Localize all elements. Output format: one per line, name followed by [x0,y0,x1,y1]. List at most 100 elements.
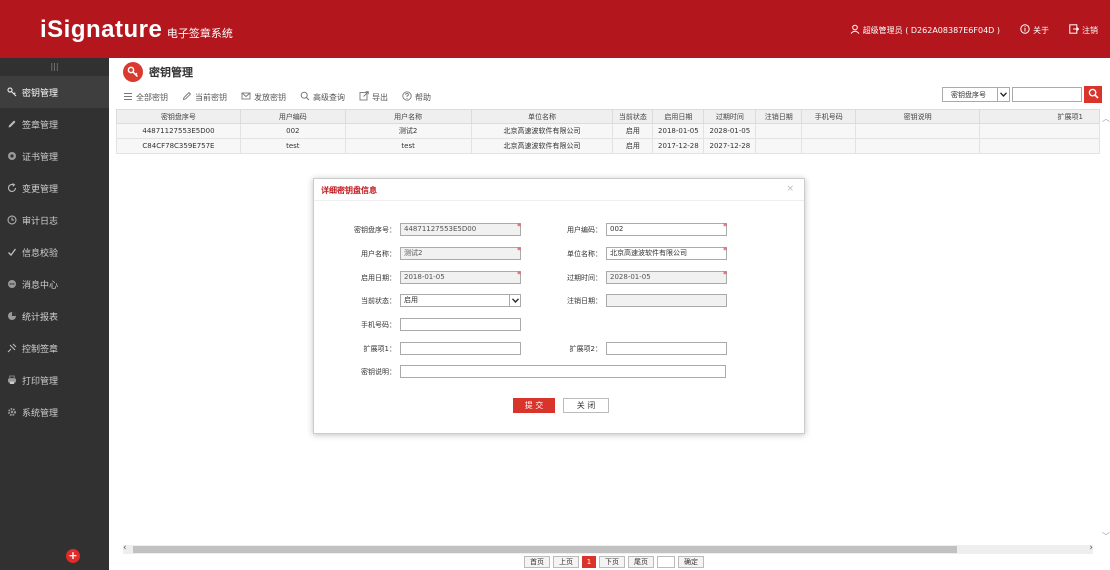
logout-link[interactable]: 注销 [1069,24,1098,36]
serial-label: 密钥盘序号： [354,225,396,234]
sidebar-item-print-management[interactable]: 打印管理 [0,364,109,396]
scroll-down-icon[interactable]: ﹀ [1102,531,1110,542]
sidebar-item-statistics-report[interactable]: 统计报表 [0,300,109,332]
column-header[interactable]: 用户编码 [239,109,346,124]
list-icon [123,92,136,103]
next-page-button[interactable]: 下页 [599,556,625,568]
unit-value: 北京高速波软件有限公司 [610,249,687,257]
key-detail-dialog: 详细密钥盘信息 × 密钥盘序号： 44871127553E5D00 * 用户编码：… [313,178,805,434]
help-icon [402,91,415,103]
start-date-input[interactable]: 2018-01-05 * [400,270,521,284]
table-cell [855,123,981,139]
column-header[interactable]: 注销日期 [755,109,803,124]
goto-confirm-button[interactable]: 确定 [678,556,704,568]
expire-date-input[interactable]: 2028-01-05 * [606,270,727,284]
sidebar-item-label: 证书管理 [22,152,59,163]
status-select[interactable]: 启用 [400,294,521,307]
user-name-input[interactable]: 测试2 * [400,246,521,260]
issue-icon [241,91,254,103]
search-input[interactable] [1012,87,1082,102]
scroll-right-icon[interactable]: › [1089,543,1093,553]
column-header[interactable]: 用户名称 [344,109,472,124]
table-row[interactable]: 44871127553E5D00 002 测试2 北京高速波软件有限公司 启用 … [116,123,1100,139]
close-button[interactable]: 关 闭 [563,398,609,413]
pen-icon [7,119,17,129]
sidebar-item-message-center[interactable]: 消息中心 [0,268,109,300]
search-icon [300,91,313,103]
phone-input[interactable] [400,318,521,331]
sidebar-item-system-management[interactable]: 系统管理 [0,396,109,428]
search-button[interactable] [1084,86,1102,103]
table-cell: 启用 [612,138,654,154]
advanced-search-label: 高级查询 [313,92,345,102]
sidebar-toggle[interactable]: ||| [0,58,109,76]
sidebar-item-info-check[interactable]: 信息校验 [0,236,109,268]
scrollbar-thumb[interactable] [133,546,957,553]
issue-key-label: 发放密钥 [254,92,286,102]
help-button[interactable]: 帮助 [402,91,431,103]
sidebar-item-control-signature[interactable]: 控制签章 [0,332,109,364]
close-icon[interactable]: × [786,184,794,194]
export-button[interactable]: 导出 [359,91,388,103]
scroll-up-icon[interactable]: ︿ [1102,113,1110,124]
about-link[interactable]: 关于 [1020,24,1049,36]
issue-key-button[interactable]: 发放密钥 [241,91,286,103]
last-page-button[interactable]: 尾页 [628,556,654,568]
start-date-value: 2018-01-05 [404,273,445,281]
sidebar-item-key-management[interactable]: 密钥管理 [0,76,109,108]
sidebar-item-label: 变更管理 [22,184,59,195]
sidebar-item-change-management[interactable]: 变更管理 [0,172,109,204]
required-marker: * [723,222,727,231]
table-row[interactable]: C84CF78C359E757E test test 北京高速波软件有限公司 启… [116,138,1100,154]
pagination: 首页 上页 1 下页 尾页 确定 [524,556,707,568]
status-label: 当前状态： [361,296,396,305]
column-header[interactable]: 密钥盘序号 [116,109,241,124]
user-account[interactable]: 超级管理员 ( D262A08387E6F04D ) [850,24,1000,36]
first-page-button[interactable]: 首页 [524,556,550,568]
unit-label: 单位名称： [567,249,602,258]
ext2-label: 扩展项2： [569,344,602,353]
sidebar-item-label: 控制签章 [22,344,59,355]
column-header[interactable]: 过期时间 [703,109,757,124]
ext1-label: 扩展项1： [363,344,396,353]
current-key-button[interactable]: 当前密钥 [182,91,227,103]
scroll-left-icon[interactable]: ‹ [123,543,127,553]
search-field-select[interactable]: 密钥盘序号 [942,87,1010,102]
search-area: 密钥盘序号 [942,86,1102,103]
sidebar-item-audit-log[interactable]: 审计日志 [0,204,109,236]
serial-input[interactable]: 44871127553E5D00 * [400,222,521,236]
sidebar-item-certificate-management[interactable]: 证书管理 [0,140,109,172]
table-cell: 2027-12-28 [703,138,757,154]
ext1-input[interactable] [400,342,521,355]
column-header[interactable]: 密钥说明 [855,109,981,124]
goto-page-input[interactable] [657,556,675,568]
all-keys-button[interactable]: 全部密钥 [123,92,168,103]
user-label: 超级管理员 ( D262A08387E6F04D ) [862,25,1000,35]
advanced-search-button[interactable]: 高级查询 [300,91,345,103]
column-header[interactable]: 单位名称 [470,109,614,124]
add-button[interactable]: + [66,549,80,563]
prev-page-button[interactable]: 上页 [553,556,579,568]
sidebar-item-signature-management[interactable]: 签章管理 [0,108,109,140]
horizontal-scrollbar[interactable]: ‹ › [123,543,1093,554]
dialog-header: 详细密钥盘信息 × [314,179,804,201]
column-header[interactable]: 启用日期 [652,109,705,124]
field-user-name: 用户名称： 测试2 * [342,246,521,260]
field-user-code: 用户编码： 002 * [548,222,727,236]
table-cell: 2028-01-05 [703,123,757,139]
ext2-input[interactable] [606,342,727,355]
unit-input[interactable]: 北京高速波软件有限公司 * [606,246,727,260]
column-header[interactable]: 扩展项1 [979,109,1100,124]
user-code-input[interactable]: 002 * [606,222,727,236]
column-header[interactable]: 手机号码 [801,109,857,124]
current-key-label: 当前密钥 [195,92,227,102]
column-header[interactable]: 当前状态 [612,109,654,124]
description-input[interactable] [400,365,726,378]
top-header: iSignature 电子签章系统 超级管理员 ( D262A08387E6F0… [0,0,1110,58]
chart-icon [7,311,17,321]
description-label: 密钥说明： [361,367,396,376]
submit-button[interactable]: 提 交 [513,398,555,413]
chevron-down-icon [997,88,1009,101]
cancel-date-input[interactable] [606,294,727,307]
current-page[interactable]: 1 [582,556,596,568]
